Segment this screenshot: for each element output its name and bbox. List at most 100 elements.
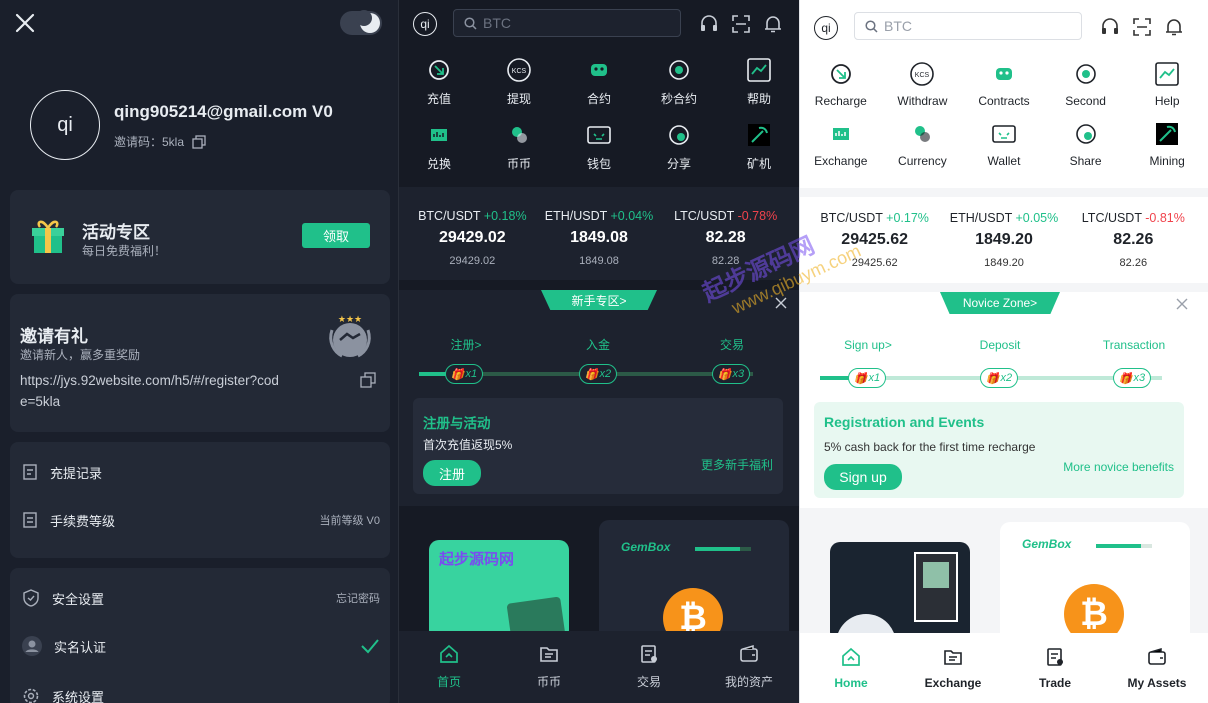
- action-mining[interactable]: Mining: [1126, 120, 1208, 168]
- step-signup[interactable]: 注册>: [443, 336, 489, 353]
- claim-button[interactable]: 领取: [302, 223, 370, 248]
- more-benefits-link[interactable]: More novice benefits: [1063, 460, 1174, 474]
- invite-card: 邀请有礼 邀请新人，赢多重奖励 ★★★ https://jys.92websit…: [10, 294, 390, 432]
- menu-item-fee-level[interactable]: 手续费等级 当前等级 V0: [22, 508, 380, 532]
- action-currency[interactable]: Currency: [882, 120, 964, 168]
- nav-trade[interactable]: 交易: [599, 631, 699, 703]
- ticker-ltc[interactable]: LTC/USDT -0.78% 82.28 82.28: [662, 209, 789, 267]
- search-input[interactable]: BTC: [453, 9, 681, 37]
- novice-tab[interactable]: 新手专区>: [541, 290, 657, 310]
- menu-item-deposit-records[interactable]: 充提记录: [22, 460, 380, 484]
- menu-item-kyc[interactable]: 实名认证: [22, 634, 380, 658]
- scan-icon[interactable]: [731, 14, 751, 34]
- logo[interactable]: qi: [413, 12, 437, 36]
- ticker-eth[interactable]: ETH/USDT +0.04% 1849.08 1849.08: [536, 209, 663, 267]
- ticker-btc[interactable]: BTC/USDT +0.18% 29429.02 29429.02: [409, 209, 536, 267]
- coins-icon: [908, 120, 936, 148]
- chart-icon: [1153, 60, 1181, 88]
- action-label: Wallet: [987, 154, 1021, 168]
- bell-icon[interactable]: [1164, 17, 1184, 37]
- nft-banner[interactable]: [830, 542, 970, 642]
- reward-badge-3: 🎁 x3: [712, 364, 750, 384]
- action-share[interactable]: 分享: [639, 121, 719, 172]
- close-icon[interactable]: [775, 297, 787, 309]
- nav-exchange[interactable]: Exchange: [902, 633, 1004, 703]
- scan-icon[interactable]: [1132, 17, 1152, 37]
- signup-button[interactable]: Sign up: [824, 464, 902, 490]
- copy-link-icon[interactable]: [360, 372, 376, 388]
- target-icon: [1072, 60, 1100, 88]
- action-exchange[interactable]: Exchange: [800, 120, 882, 168]
- ticker-pair-row: LTC/USDT -0.81%: [1069, 211, 1198, 225]
- action-label: Exchange: [814, 154, 868, 168]
- headset-icon[interactable]: [1100, 17, 1120, 37]
- step-deposit: Deposit: [979, 338, 1021, 352]
- action-help[interactable]: 帮助: [719, 56, 799, 107]
- nav-assets[interactable]: 我的资产: [699, 631, 799, 703]
- nav-trade[interactable]: Trade: [1004, 633, 1106, 703]
- step-signup[interactable]: Sign up>: [836, 338, 900, 352]
- headset-icon[interactable]: [699, 14, 719, 34]
- action-share[interactable]: Share: [1045, 120, 1127, 168]
- action-recharge[interactable]: Recharge: [800, 60, 882, 108]
- action-wallet[interactable]: 钱包: [559, 121, 639, 172]
- invite-title: 邀请有礼: [20, 327, 88, 346]
- search-input[interactable]: BTC: [854, 12, 1082, 40]
- close-icon[interactable]: [1176, 298, 1188, 310]
- promo-banner[interactable]: 起步源码网: [429, 540, 569, 640]
- bottom-nav: Home Exchange Trade My Assets: [800, 633, 1208, 703]
- action-second-contract[interactable]: 秒合约: [639, 56, 719, 107]
- menu-label: 手续费等级: [50, 513, 116, 529]
- change-percent: -0.81%: [1145, 211, 1185, 225]
- gift-icon: 🎁: [584, 368, 599, 381]
- nav-exchange[interactable]: 币币: [499, 631, 599, 703]
- robot-icon: [990, 60, 1018, 88]
- svg-text:KCS: KCS: [512, 68, 527, 75]
- menu-item-security[interactable]: 安全设置 忘记密码: [22, 586, 380, 610]
- action-contracts[interactable]: Contracts: [963, 60, 1045, 108]
- action-label: 秒合约: [660, 92, 697, 106]
- ticker-btc[interactable]: BTC/USDT +0.17% 29425.62 29425.62: [810, 211, 939, 269]
- menu-item-system-settings[interactable]: 系统设置: [22, 684, 380, 703]
- more-benefits-link[interactable]: 更多新手福利: [701, 456, 773, 473]
- forgot-password-link[interactable]: 忘记密码: [336, 590, 380, 606]
- promo-card[interactable]: 活动专区 每日免费福利！ 领取: [10, 190, 390, 284]
- copy-icon[interactable]: [192, 134, 206, 149]
- avatar[interactable]: qi: [30, 90, 100, 160]
- converted-price: 82.26: [1119, 257, 1148, 269]
- action-wallet[interactable]: Wallet: [963, 120, 1045, 168]
- pair-name: LTC/USDT: [1081, 211, 1142, 225]
- top-bar: qi BTC: [399, 0, 799, 47]
- nav-label: My Assets: [1127, 675, 1187, 690]
- check-icon: [361, 639, 379, 654]
- home-light-en: qi BTC Recharge KCS Withdraw Contracts Secon…: [799, 0, 1208, 703]
- bell-icon[interactable]: [763, 14, 783, 34]
- action-mining[interactable]: 矿机: [719, 121, 799, 172]
- action-withdraw[interactable]: KCS 提现: [479, 56, 559, 107]
- logo[interactable]: qi: [814, 16, 838, 40]
- close-icon[interactable]: [14, 12, 36, 34]
- action-help[interactable]: Help: [1126, 60, 1208, 108]
- action-withdraw[interactable]: KCS Withdraw: [882, 60, 964, 108]
- action-currency[interactable]: 币币: [479, 121, 559, 172]
- action-label: Recharge: [814, 94, 867, 108]
- action-contracts[interactable]: 合约: [559, 56, 639, 107]
- wallet-icon: [990, 120, 1018, 148]
- nav-home[interactable]: 首页: [399, 631, 499, 703]
- nav-home[interactable]: Home: [800, 633, 902, 703]
- pickaxe-icon: [1153, 120, 1181, 148]
- ticker-ltc[interactable]: LTC/USDT -0.81% 82.26 82.26: [1069, 211, 1198, 269]
- register-button[interactable]: 注册: [423, 460, 481, 486]
- action-exchange[interactable]: 兑换: [399, 121, 479, 172]
- ticker-pair-row: ETH/USDT +0.05%: [939, 211, 1068, 225]
- last-price: 1849.20: [975, 231, 1033, 248]
- novice-tab[interactable]: Novice Zone>: [940, 292, 1060, 314]
- action-second-contract[interactable]: Second: [1045, 60, 1127, 108]
- ticker-eth[interactable]: ETH/USDT +0.05% 1849.20 1849.20: [939, 211, 1068, 269]
- nav-assets[interactable]: My Assets: [1106, 633, 1208, 703]
- action-recharge[interactable]: 充值: [399, 56, 479, 107]
- user-icon: [22, 636, 42, 656]
- theme-toggle[interactable]: [340, 10, 382, 35]
- search-placeholder: BTC: [884, 18, 912, 34]
- invite-link[interactable]: https://jys.92website.com/h5/#/register?…: [20, 370, 280, 412]
